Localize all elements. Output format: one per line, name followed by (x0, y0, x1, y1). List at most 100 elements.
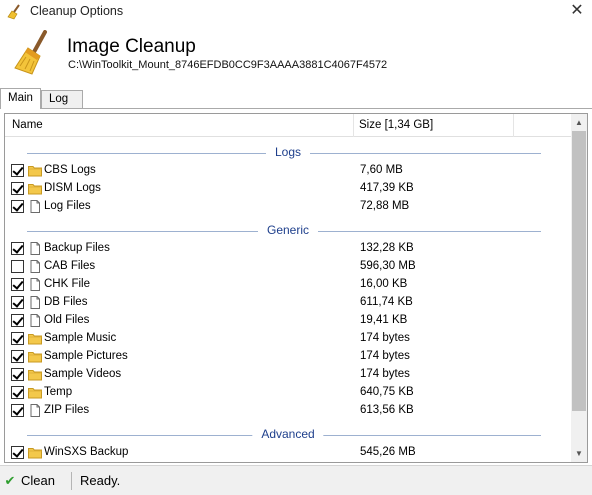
page-title: Image Cleanup (67, 36, 196, 57)
column-header-size[interactable]: Size [1,34 GB] (359, 119, 433, 131)
item-checkbox[interactable] (11, 260, 24, 273)
list-item[interactable]: Log Files 72,88 MB (5, 198, 571, 216)
item-checkbox[interactable] (11, 350, 24, 363)
file-icon (28, 314, 42, 327)
scroll-down-arrow-icon[interactable]: ▼ (571, 445, 587, 462)
item-size: 72,88 MB (360, 200, 410, 212)
list-item[interactable]: Sample Pictures 174 bytes (5, 348, 571, 366)
item-size: 174 bytes (360, 350, 410, 362)
item-size: 596,30 MB (360, 260, 416, 272)
item-size: 16,00 KB (360, 278, 408, 290)
file-icon (28, 200, 42, 213)
header: Image Cleanup C:\WinToolkit_Mount_8746EF… (0, 24, 592, 86)
list-item[interactable]: CHK File 16,00 KB (5, 276, 571, 294)
folder-icon (28, 386, 42, 399)
item-checkbox[interactable] (11, 332, 24, 345)
item-size: 7,60 MB (360, 164, 403, 176)
item-name: DISM Logs (44, 182, 101, 194)
item-name: Old Files (44, 314, 90, 326)
item-checkbox[interactable] (11, 296, 24, 309)
list-item[interactable]: Old Files 19,41 KB (5, 312, 571, 330)
column-divider[interactable] (513, 114, 514, 137)
item-name: DB Files (44, 296, 88, 308)
checkmark-icon: ✔ (4, 473, 16, 488)
tab-strip: Main Log (0, 88, 592, 109)
item-name: Backup Files (44, 242, 110, 254)
list-item[interactable]: ZIP Files 613,56 KB (5, 402, 571, 420)
column-header: Name Size [1,34 GB] (5, 114, 571, 137)
item-checkbox[interactable] (11, 182, 24, 195)
list-item[interactable]: Temp 640,75 KB (5, 384, 571, 402)
item-name: Log Files (44, 200, 91, 212)
item-name: Sample Music (44, 332, 117, 344)
item-checkbox[interactable] (11, 200, 24, 213)
close-button[interactable]: ✕ (562, 0, 592, 24)
item-size: 132,28 KB (360, 242, 414, 254)
item-checkbox[interactable] (11, 404, 24, 417)
item-checkbox[interactable] (11, 278, 24, 291)
list-item[interactable]: CBS Logs 7,60 MB (5, 162, 571, 180)
item-name: CAB Files (44, 260, 96, 272)
status-bar: ✔ Clean Ready. (0, 465, 592, 495)
item-checkbox[interactable] (11, 164, 24, 177)
tab-main[interactable]: Main (0, 88, 41, 109)
clean-button-label: Clean (21, 473, 55, 488)
file-icon (28, 278, 42, 291)
item-name: CBS Logs (44, 164, 96, 176)
column-header-name[interactable]: Name (12, 119, 43, 131)
group-label: Advanced (252, 427, 324, 441)
group-header: Logs (5, 144, 571, 162)
item-name: CHK File (44, 278, 91, 290)
folder-icon (28, 332, 42, 345)
item-size: 174 bytes (360, 368, 410, 380)
list-item[interactable]: Sample Music 174 bytes (5, 330, 571, 348)
list-item[interactable]: WinSXS Backup 545,26 MB (5, 444, 571, 462)
item-name: ZIP Files (44, 404, 90, 416)
list-item[interactable]: CAB Files 596,30 MB (5, 258, 571, 276)
item-name: WinSXS Backup (44, 446, 129, 458)
broom-icon (14, 30, 47, 75)
item-name: Sample Videos (44, 368, 122, 380)
mount-path: C:\WinToolkit_Mount_8746EFDB0CC9F3AAAA38… (68, 59, 388, 71)
folder-icon (28, 368, 42, 381)
list-item[interactable]: Backup Files 132,28 KB (5, 240, 571, 258)
scroll-thumb[interactable] (572, 131, 586, 411)
list-item[interactable]: Sample Videos 174 bytes (5, 366, 571, 384)
item-size: 19,41 KB (360, 314, 408, 326)
list-item[interactable]: DISM Logs 417,39 KB (5, 180, 571, 198)
status-divider (71, 472, 72, 490)
file-icon (28, 404, 42, 417)
status-text: Ready. (80, 473, 121, 488)
main-panel: Name Size [1,34 GB] Logs CBS Logs 7,60 MB D… (0, 108, 592, 464)
title-bar: Cleanup Options ✕ (0, 0, 592, 24)
group-label: Logs (265, 145, 311, 159)
item-size: 545,26 MB (360, 446, 416, 458)
item-size: 613,56 KB (360, 404, 414, 416)
item-checkbox[interactable] (11, 314, 24, 327)
item-checkbox[interactable] (11, 446, 24, 459)
item-name: Temp (44, 386, 73, 398)
item-name: Sample Pictures (44, 350, 128, 362)
item-checkbox[interactable] (11, 242, 24, 255)
tab-log[interactable]: Log (41, 90, 83, 108)
folder-icon (28, 182, 42, 195)
cleanup-list[interactable]: Name Size [1,34 GB] Logs CBS Logs 7,60 MB D… (4, 113, 588, 463)
vertical-scrollbar[interactable]: ▲ ▼ (571, 114, 587, 462)
group-label: Generic (257, 223, 319, 237)
folder-icon (28, 164, 42, 177)
file-icon (28, 242, 42, 255)
item-size: 417,39 KB (360, 182, 414, 194)
file-icon (28, 296, 42, 309)
column-divider[interactable] (353, 114, 354, 137)
broom-icon (7, 4, 20, 20)
folder-icon (28, 446, 42, 459)
scroll-up-arrow-icon[interactable]: ▲ (571, 114, 587, 131)
item-size: 174 bytes (360, 332, 410, 344)
item-checkbox[interactable] (11, 386, 24, 399)
clean-button[interactable]: ✔ Clean (2, 471, 61, 491)
list-item[interactable]: DB Files 611,74 KB (5, 294, 571, 312)
item-checkbox[interactable] (11, 368, 24, 381)
file-icon (28, 260, 42, 273)
window-title: Cleanup Options (30, 4, 124, 18)
group-header: Advanced (5, 426, 571, 444)
